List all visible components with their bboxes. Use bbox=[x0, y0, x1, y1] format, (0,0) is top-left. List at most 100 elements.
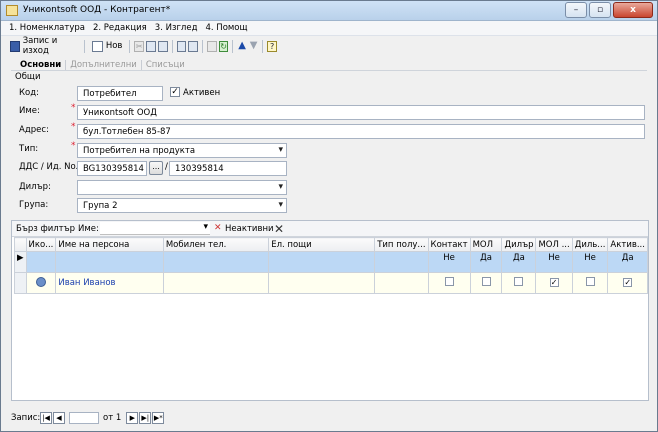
group-label: Група: bbox=[19, 200, 49, 210]
column-header[interactable]: Ико... bbox=[25, 237, 57, 252]
tab-lists[interactable]: Списъци bbox=[140, 60, 189, 70]
active-checkbox[interactable]: ✓ bbox=[170, 87, 180, 97]
toolbar-separator bbox=[129, 39, 131, 53]
paste-icon[interactable] bbox=[157, 40, 168, 52]
properties-icon[interactable] bbox=[206, 40, 217, 52]
filter-cell[interactable] bbox=[25, 251, 57, 273]
filter-cell[interactable] bbox=[55, 251, 164, 273]
type-select[interactable]: Потребител на продукта bbox=[77, 143, 287, 158]
column-header[interactable]: Контакт bbox=[427, 237, 471, 252]
dealer2-checkbox[interactable] bbox=[571, 272, 609, 294]
filter-cell[interactable] bbox=[374, 251, 429, 273]
filter-cell[interactable]: Не bbox=[535, 251, 573, 273]
minimize-button[interactable]: – bbox=[565, 2, 587, 18]
refresh-icon[interactable]: ↻ bbox=[218, 40, 229, 52]
filter-cell[interactable]: Да bbox=[469, 251, 503, 273]
id-number-field[interactable]: 130395814 bbox=[169, 161, 287, 176]
column-header[interactable]: МОЛ ... bbox=[535, 237, 573, 252]
save-and-exit-button[interactable]: Запис и изход bbox=[7, 36, 80, 56]
filter-cell[interactable]: Да bbox=[607, 251, 648, 273]
toolbar-separator bbox=[202, 39, 203, 53]
window-controls: – ▫ x bbox=[565, 2, 653, 18]
last-record-button[interactable]: ▶| bbox=[139, 412, 152, 424]
filter-name-select[interactable] bbox=[100, 222, 210, 235]
column-header[interactable]: Актив... bbox=[607, 237, 648, 252]
mol2-checkbox[interactable]: ✓ bbox=[535, 272, 573, 294]
group-select[interactable]: Група 2 bbox=[77, 198, 287, 213]
inactive-filter-icon: ✕ bbox=[214, 223, 222, 233]
menu-view[interactable]: 3. Изглед bbox=[155, 23, 198, 33]
prev-record-button[interactable]: ◀ bbox=[53, 412, 65, 424]
active-label: Активен bbox=[183, 88, 221, 98]
dealer-checkbox[interactable] bbox=[501, 272, 537, 294]
new-record-button[interactable]: ▶* bbox=[152, 412, 165, 424]
address-field[interactable]: бул.Тотлебен 85-87 bbox=[77, 124, 645, 139]
filter-cell[interactable]: Не bbox=[427, 251, 471, 273]
name-field[interactable]: Уникontsoft ООД bbox=[77, 105, 645, 120]
menu-help[interactable]: 4. Помощ bbox=[205, 23, 247, 33]
quick-filter-label[interactable]: Бърз филтър bbox=[16, 224, 75, 234]
print-icon[interactable] bbox=[176, 40, 187, 52]
address-label: Адрес: bbox=[19, 125, 49, 135]
title-bar[interactable]: Уникontsoft ООД - Контрагент* – ▫ x bbox=[1, 1, 657, 21]
filter-cell[interactable] bbox=[268, 251, 376, 273]
print-preview-icon[interactable] bbox=[188, 40, 199, 52]
required-marker: * bbox=[71, 141, 76, 151]
email-cell[interactable] bbox=[268, 272, 376, 294]
type-cell[interactable] bbox=[374, 272, 429, 294]
tab-main[interactable]: Основни bbox=[15, 60, 65, 70]
first-record-button[interactable]: |◀ bbox=[40, 412, 52, 424]
contacts-grid: Бърз филтър Име: ✕ Неактивни ✕ Ико... Им… bbox=[11, 220, 649, 401]
toolbar: Запис и изход Нов ✂ ↻ ▲ ▼ ? bbox=[7, 36, 277, 56]
column-header[interactable]: Ел. пощи bbox=[268, 237, 376, 252]
column-header[interactable]: Мобилен тел. bbox=[162, 237, 270, 252]
main-window: Уникontsoft ООД - Контрагент* – ▫ x 1. Н… bbox=[0, 0, 658, 432]
filter-cell[interactable] bbox=[162, 251, 270, 273]
inactive-label[interactable]: Неактивни bbox=[225, 224, 274, 234]
menu-nomenclature[interactable]: 1. Номенклатура bbox=[9, 23, 85, 33]
new-document-icon bbox=[91, 40, 103, 52]
tab-additional[interactable]: Допълнителни bbox=[65, 60, 141, 70]
filter-cell[interactable]: Не bbox=[571, 251, 609, 273]
column-header[interactable]: Диль... bbox=[571, 237, 609, 252]
dealer-select[interactable] bbox=[77, 180, 287, 195]
tab-divider bbox=[11, 70, 647, 71]
mobile-cell[interactable] bbox=[162, 272, 270, 294]
vat-field[interactable]: BG130395814 bbox=[77, 161, 147, 176]
next-record-icon[interactable]: ▼ bbox=[249, 40, 259, 52]
code-field[interactable]: Потребител bbox=[77, 86, 163, 101]
new-button[interactable]: Нов bbox=[89, 39, 126, 53]
record-label: Запис: bbox=[11, 413, 41, 423]
code-label: Код: bbox=[19, 88, 39, 98]
close-button[interactable]: x bbox=[613, 2, 653, 18]
app-icon bbox=[6, 5, 18, 16]
contact-checkbox[interactable] bbox=[427, 272, 471, 294]
toolbar-separator bbox=[83, 39, 85, 53]
person-name[interactable]: Иван Иванов bbox=[55, 272, 164, 294]
column-header[interactable]: Име на персона bbox=[55, 237, 164, 252]
record-number-input[interactable] bbox=[69, 412, 99, 424]
vat-lookup-button[interactable]: ... bbox=[149, 161, 163, 175]
vat-slash: / bbox=[165, 162, 168, 172]
name-label: Име: bbox=[19, 106, 40, 116]
mol-checkbox[interactable] bbox=[469, 272, 503, 294]
clear-filter-icon[interactable]: ✕ bbox=[274, 222, 284, 236]
cut-icon[interactable]: ✂ bbox=[134, 40, 145, 52]
record-count-label: от 1 bbox=[103, 413, 122, 423]
copy-icon[interactable] bbox=[146, 40, 156, 52]
filter-cell[interactable]: Да bbox=[501, 251, 537, 273]
save-and-exit-label: Запис и изход bbox=[22, 36, 58, 56]
menu-bar: 1. Номенклатура 2. Редакция 3. Изглед 4.… bbox=[1, 21, 657, 36]
menu-edit[interactable]: 2. Редакция bbox=[93, 23, 147, 33]
column-header[interactable]: Дилър bbox=[501, 237, 537, 252]
maximize-button[interactable]: ▫ bbox=[589, 2, 611, 18]
record-navigator: |◀ ◀ от 1 ▶ ▶| ▶* bbox=[40, 412, 165, 424]
column-header[interactable]: МОЛ bbox=[469, 237, 503, 252]
active-row-checkbox[interactable]: ✓ bbox=[607, 272, 648, 294]
column-header[interactable]: Тип полу... bbox=[374, 237, 429, 252]
table-row[interactable]: Иван Иванов ✓ ✓ bbox=[14, 272, 648, 294]
previous-record-icon[interactable]: ▲ bbox=[237, 40, 247, 52]
next-record-button[interactable]: ▶ bbox=[126, 412, 139, 424]
help-icon[interactable]: ? bbox=[267, 40, 277, 52]
filter-name-label: Име: bbox=[78, 224, 99, 234]
